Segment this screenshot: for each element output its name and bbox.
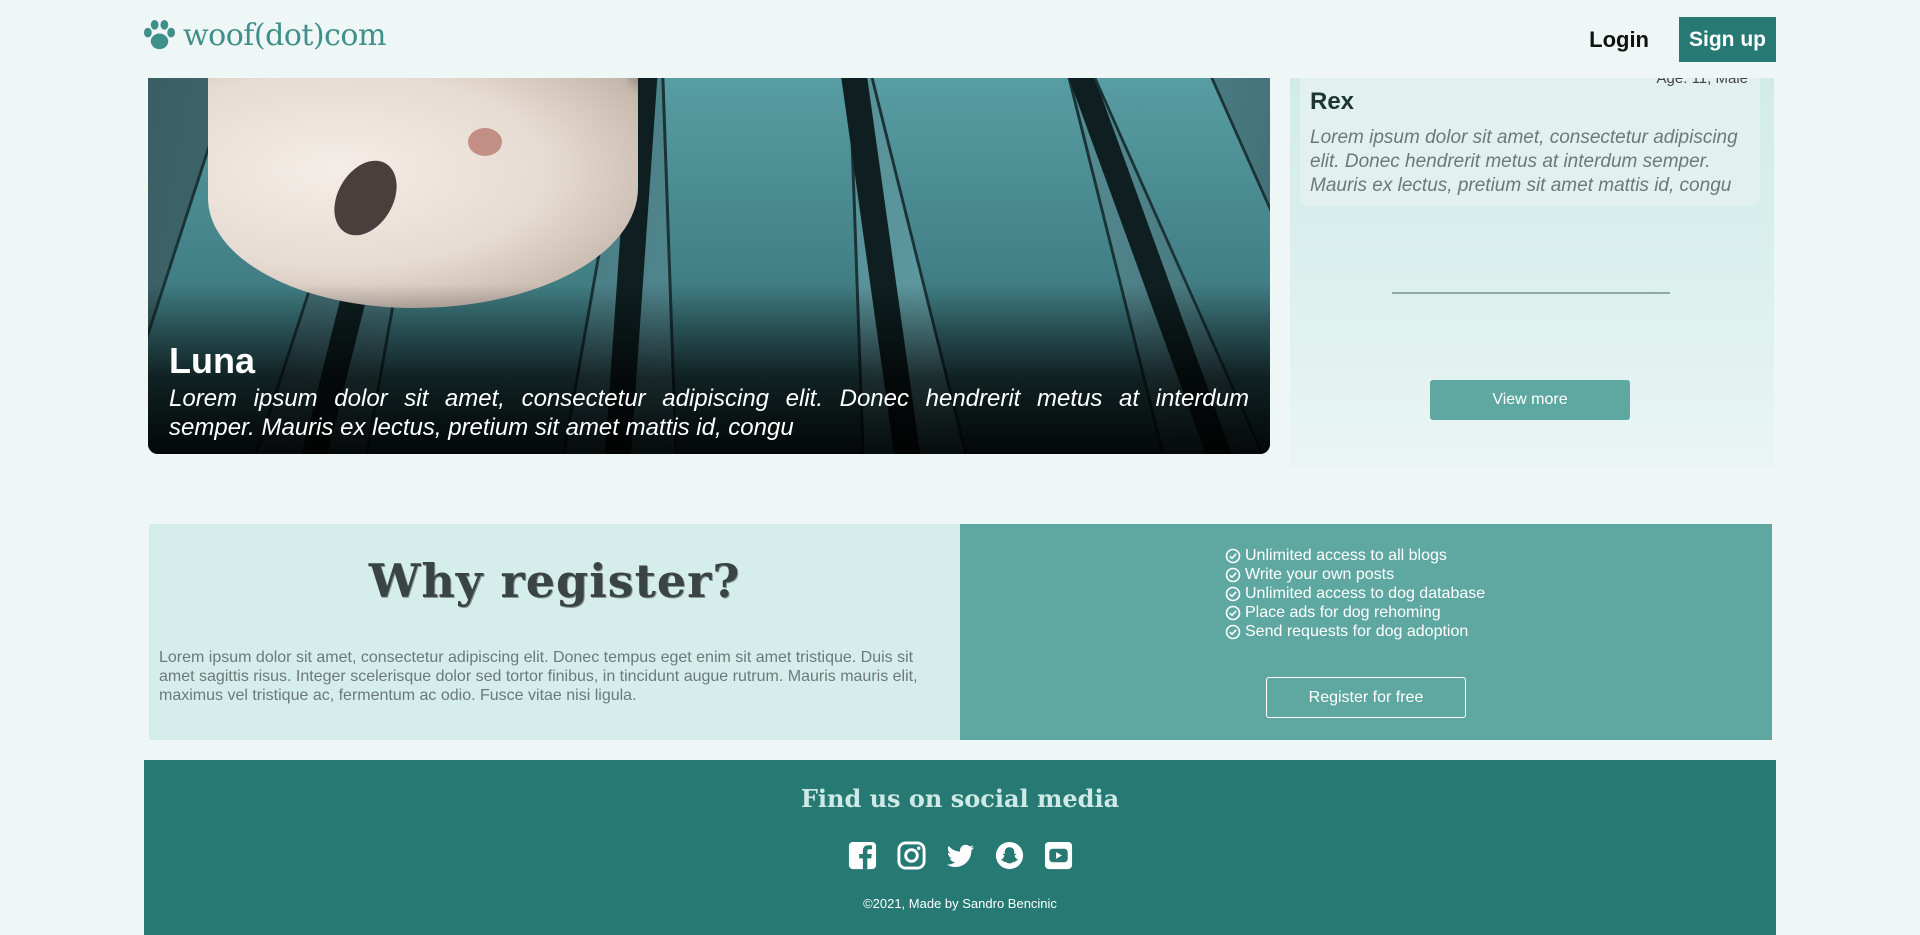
why-register-title: Why register? <box>368 554 741 608</box>
dog-name: Rex <box>1310 88 1355 115</box>
login-link[interactable]: Login <box>1589 27 1649 53</box>
benefit-item: Write your own posts <box>1225 565 1485 584</box>
copyright-text: ©2021, Made by Sandro Bencinic <box>863 896 1057 911</box>
benefit-item: Unlimited access to dog database <box>1225 584 1485 603</box>
featured-dog-description: Lorem ipsum dolor sit amet, consectetur … <box>169 385 1249 441</box>
divider <box>1392 292 1670 294</box>
featured-dog-card[interactable]: Luna Lorem ipsum dolor sit amet, consect… <box>148 78 1270 454</box>
snapchat-icon[interactable] <box>994 840 1025 871</box>
instagram-icon[interactable] <box>896 840 927 871</box>
dog-description: Lorem ipsum dolor sit amet, consectetur … <box>1310 127 1738 196</box>
benefit-item: Unlimited access to all blogs <box>1225 546 1485 565</box>
check-circle-icon <box>1225 624 1241 639</box>
site-header: woof(dot)com Login Sign up <box>0 0 1920 78</box>
benefit-item: Send requests for dog adoption <box>1225 622 1485 641</box>
register-for-free-button[interactable]: Register for free <box>1266 677 1466 718</box>
check-circle-icon <box>1225 586 1241 601</box>
paw-icon <box>143 19 176 50</box>
register-benefits-section: Unlimited access to all blogs Write your… <box>960 524 1772 740</box>
view-more-button[interactable]: View more <box>1430 380 1630 420</box>
featured-dog-name: Luna <box>169 340 255 381</box>
site-logo[interactable]: woof(dot)com <box>142 18 386 53</box>
twitter-icon[interactable] <box>945 840 976 871</box>
check-circle-icon <box>1225 605 1241 620</box>
footer-title: Find us on social media <box>800 784 1120 813</box>
why-register-text: Lorem ipsum dolor sit amet, consectetur … <box>159 649 918 704</box>
youtube-icon[interactable] <box>1043 840 1074 871</box>
header-nav: Login Sign up <box>1589 17 1776 62</box>
benefits-list: Unlimited access to all blogs Write your… <box>1225 546 1485 641</box>
dog-card-rex[interactable]: Age: 11, Male Rex Lorem ipsum dolor sit … <box>1300 70 1760 206</box>
site-footer: Find us on social media ©2021, Made by S… <box>144 760 1776 935</box>
dog-list-panel: Age: 11, Male Rex Lorem ipsum dolor sit … <box>1290 70 1774 468</box>
logo-text: woof(dot)com <box>183 18 386 53</box>
benefit-item: Place ads for dog rehoming <box>1225 603 1485 622</box>
social-links <box>144 840 1776 871</box>
facebook-icon[interactable] <box>847 840 878 871</box>
signup-button[interactable]: Sign up <box>1679 17 1776 62</box>
check-circle-icon <box>1225 567 1241 582</box>
why-register-section: Why register? Lorem ipsum dolor sit amet… <box>149 524 960 740</box>
check-circle-icon <box>1225 548 1241 563</box>
